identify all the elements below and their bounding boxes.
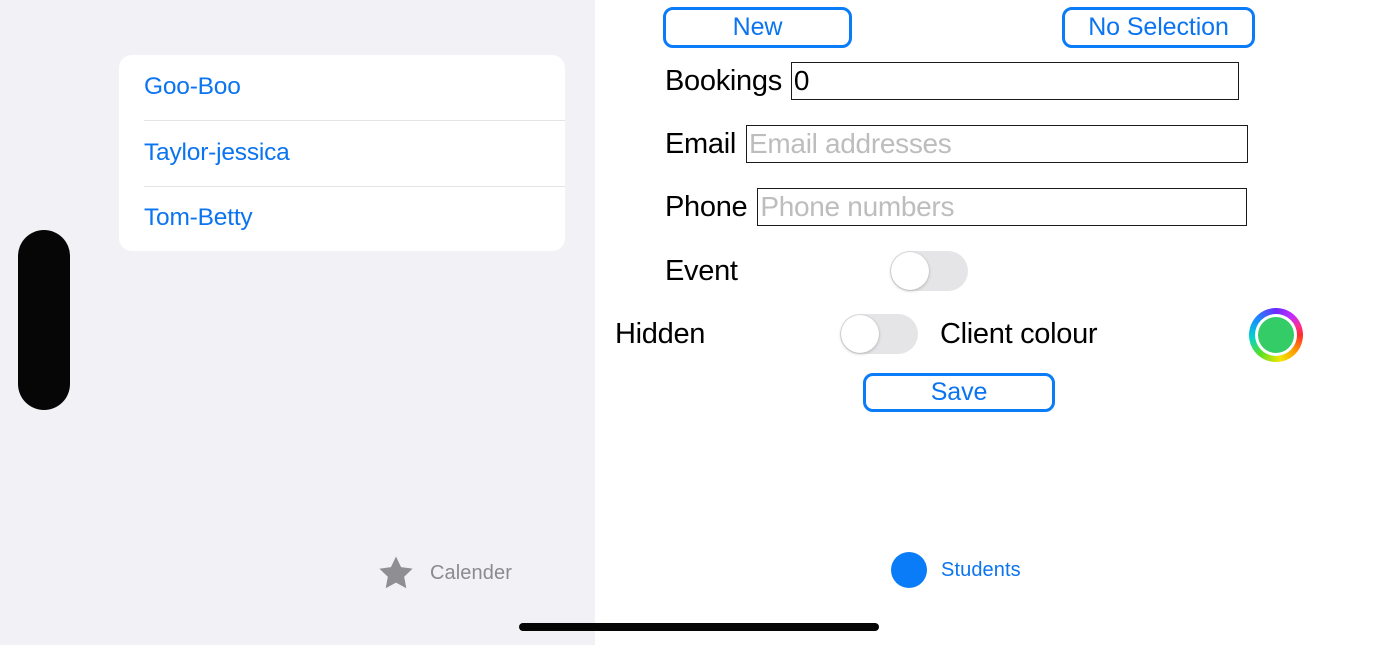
list-item[interactable]: Taylor-jessica — [119, 120, 565, 185]
new-button[interactable]: New — [663, 7, 852, 48]
client-colour-label: Client colour — [940, 317, 1098, 350]
tab-students[interactable]: Students — [891, 552, 1021, 588]
hidden-toggle-knob — [841, 315, 879, 353]
selection-status-button[interactable]: No Selection — [1062, 7, 1255, 48]
detail-pane: New No Selection Bookings Email Phone Ev… — [595, 0, 1398, 645]
master-pane: Goo-Boo Taylor-jessica Tom-Betty Calende… — [0, 0, 595, 645]
list-item-label: Goo-Boo — [144, 73, 241, 101]
save-button[interactable]: Save — [863, 373, 1055, 412]
event-label: Event — [665, 254, 738, 287]
tab-students-label: Students — [941, 558, 1021, 581]
event-toggle-knob — [891, 252, 929, 290]
star-icon — [379, 556, 413, 589]
hidden-toggle[interactable] — [840, 314, 918, 354]
bookings-row: Bookings — [665, 62, 1239, 100]
phone-row: Phone — [665, 188, 1248, 226]
email-row: Email — [665, 125, 1249, 163]
list-item-label: Tom-Betty — [144, 203, 253, 231]
colour-wheel-icon[interactable] — [1249, 308, 1303, 362]
event-toggle[interactable] — [890, 251, 968, 291]
bookings-input[interactable] — [790, 62, 1239, 100]
circle-icon — [891, 552, 927, 588]
tab-calender-label: Calender — [430, 561, 512, 584]
tab-calender[interactable]: Calender — [375, 552, 512, 594]
email-label: Email — [665, 127, 737, 160]
phone-label: Phone — [665, 190, 748, 223]
hidden-label: Hidden — [615, 317, 706, 350]
phone-input[interactable] — [757, 188, 1248, 226]
list-item[interactable]: Tom-Betty — [119, 185, 565, 251]
bookings-label: Bookings — [665, 64, 782, 97]
list-item-label: Taylor-jessica — [144, 138, 290, 166]
list-item[interactable]: Goo-Boo — [119, 55, 565, 120]
event-row: Event — [665, 251, 1265, 291]
app-root: Goo-Boo Taylor-jessica Tom-Betty Calende… — [0, 0, 1398, 645]
student-list: Goo-Boo Taylor-jessica Tom-Betty — [119, 55, 565, 251]
device-home-indicator-bottom — [519, 623, 879, 631]
device-home-indicator-left — [18, 230, 70, 410]
email-input[interactable] — [746, 125, 1249, 163]
